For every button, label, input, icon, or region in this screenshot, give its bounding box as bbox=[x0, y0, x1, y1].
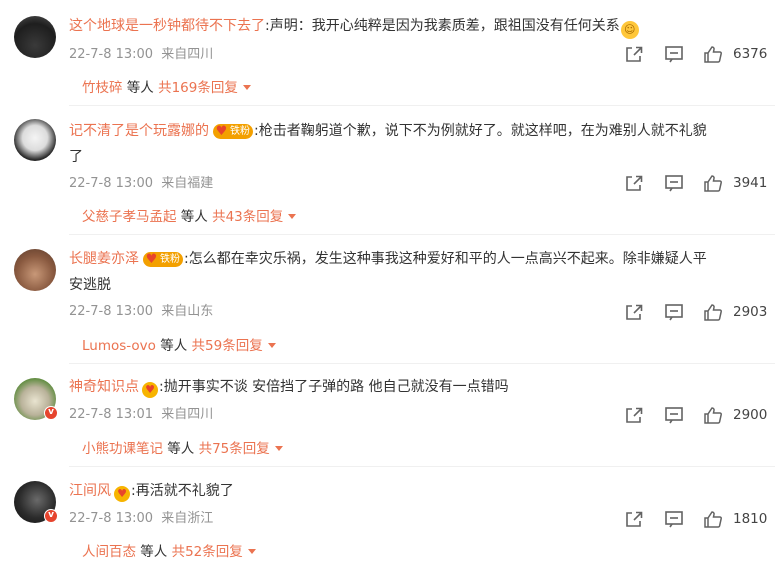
comment-text: :抛开事实不谈 安倍挡了子弹的路 他自己就没有一点错吗 bbox=[159, 379, 509, 395]
comment-username[interactable]: 记不清了是个玩露娜的 bbox=[69, 123, 209, 139]
comment-body: 长腿姜亦泽 ♥ 铁粉:怎么都在幸灾乐祸，发生这种事我这种爱好和平的人一点高兴不起来。… bbox=[69, 246, 759, 298]
heart-icon: ♥ bbox=[142, 382, 158, 398]
thumbs-up-icon[interactable] bbox=[703, 174, 723, 192]
share-icon[interactable] bbox=[624, 303, 644, 321]
share-icon[interactable] bbox=[624, 174, 644, 192]
comment-text: :怎么都在幸灾乐祸，发生这种事我这种爱好和平的人一点高兴不起来。除非嫌疑人平 bbox=[184, 251, 707, 267]
reply-count[interactable]: 共169条回复 bbox=[158, 80, 238, 96]
reply-others: 等人 bbox=[136, 544, 172, 560]
comment-text-continued: 了 bbox=[69, 149, 83, 165]
comment-text-continued: 安逃脱 bbox=[69, 277, 111, 293]
comment-text: :枪击者鞠躬道个歉，说下不为例就好了。就这样吧，在为难别人就不礼貌 bbox=[254, 123, 707, 139]
comment-actions: 3941 bbox=[0, 173, 775, 193]
fan-badge: ♥ 铁粉 bbox=[213, 124, 253, 139]
comment-icon[interactable] bbox=[664, 510, 684, 528]
caret-down-icon[interactable] bbox=[274, 446, 283, 451]
thumbs-up-icon[interactable] bbox=[703, 406, 723, 424]
comment-actions: 6376 bbox=[0, 44, 775, 64]
like-count: 2903 bbox=[733, 304, 768, 320]
fan-badge-label: 铁粉 bbox=[160, 254, 180, 265]
reply-count[interactable]: 共59条回复 bbox=[192, 338, 263, 354]
like-count: 6376 bbox=[733, 46, 768, 62]
comment-body: 江间风 ♥:再活就不礼貌了 bbox=[69, 478, 759, 504]
fan-badge: ♥ 铁粉 bbox=[143, 252, 183, 267]
comment-body: 这个地球是一秒钟都待不下去了:声明：我开心纯粹是因为我素质差，跟祖国没有任何关系… bbox=[69, 13, 759, 39]
thumbs-up-icon[interactable] bbox=[703, 303, 723, 321]
share-icon[interactable] bbox=[624, 406, 644, 424]
comment-username[interactable]: 这个地球是一秒钟都待不下去了 bbox=[69, 18, 265, 34]
comment-icon[interactable] bbox=[664, 303, 684, 321]
comment-icon[interactable] bbox=[664, 45, 684, 63]
comment-divider bbox=[69, 105, 775, 106]
caret-down-icon[interactable] bbox=[247, 549, 256, 554]
thumbs-up-icon[interactable] bbox=[703, 45, 723, 63]
reply-others: 等人 bbox=[163, 441, 199, 457]
reply-username[interactable]: 竹枝碎 bbox=[82, 80, 123, 96]
reply-username[interactable]: Lumos-ovo bbox=[82, 338, 156, 354]
comment-body: 神奇知识点 ♥:抛开事实不谈 安倍挡了子弹的路 他自己就没有一点错吗 bbox=[69, 374, 759, 400]
comment-divider bbox=[69, 234, 775, 235]
thumbs-up-icon[interactable] bbox=[703, 510, 723, 528]
heart-icon: ♥ bbox=[215, 124, 228, 139]
heart-icon: ♥ bbox=[114, 486, 130, 502]
reply-username[interactable]: 小熊功课笔记 bbox=[82, 441, 163, 457]
reply-summary[interactable]: 小熊功课笔记 等人 共75条回复 bbox=[82, 439, 283, 459]
reply-others: 等人 bbox=[155, 338, 192, 354]
avatar[interactable] bbox=[14, 249, 56, 291]
comment-icon[interactable] bbox=[664, 174, 684, 192]
reply-username[interactable]: 人间百态 bbox=[82, 544, 136, 560]
comment-actions: 2900 bbox=[0, 405, 775, 425]
reply-count[interactable]: 共43条回复 bbox=[212, 209, 283, 225]
crying-laugh-emoji-icon: ☺ bbox=[620, 21, 639, 39]
comment-actions: 1810 bbox=[0, 509, 775, 529]
comment-username[interactable]: 长腿姜亦泽 bbox=[69, 251, 139, 267]
heart-icon: ♥ bbox=[145, 252, 158, 267]
like-count: 1810 bbox=[733, 511, 768, 527]
comment-text: :再活就不礼貌了 bbox=[131, 483, 234, 499]
comment-icon[interactable] bbox=[664, 406, 684, 424]
reply-username[interactable]: 父慈子孝马孟起 bbox=[82, 209, 177, 225]
fan-badge-label: 铁粉 bbox=[230, 126, 250, 137]
comment-username[interactable]: 神奇知识点 bbox=[69, 379, 139, 395]
reply-summary[interactable]: 竹枝碎 等人 共169条回复 bbox=[82, 78, 251, 98]
reply-count[interactable]: 共52条回复 bbox=[172, 544, 243, 560]
caret-down-icon[interactable] bbox=[267, 343, 276, 348]
comment-body: 记不清了是个玩露娜的 ♥ 铁粉:枪击者鞠躬道个歉，说下不为例就好了。就这样吧，在为难… bbox=[69, 118, 759, 170]
comment-divider bbox=[69, 363, 775, 364]
comment-text: :声明：我开心纯粹是因为我素质差，跟祖国没有任何关系 bbox=[265, 18, 620, 34]
comment-divider bbox=[69, 466, 775, 467]
reply-count[interactable]: 共75条回复 bbox=[199, 441, 270, 457]
share-icon[interactable] bbox=[624, 45, 644, 63]
like-count: 3941 bbox=[733, 175, 768, 191]
caret-down-icon[interactable] bbox=[288, 214, 297, 219]
share-icon[interactable] bbox=[624, 510, 644, 528]
reply-summary[interactable]: 父慈子孝马孟起 等人 共43条回复 bbox=[82, 207, 297, 227]
reply-others: 等人 bbox=[122, 80, 159, 96]
comment-username[interactable]: 江间风 bbox=[69, 483, 111, 499]
reply-summary[interactable]: Lumos-ovo 等人 共59条回复 bbox=[82, 336, 276, 356]
caret-down-icon[interactable] bbox=[242, 85, 251, 90]
reply-summary[interactable]: 人间百态 等人 共52条回复 bbox=[82, 542, 256, 562]
comment-actions: 2903 bbox=[0, 302, 775, 322]
avatar[interactable] bbox=[14, 119, 56, 161]
like-count: 2900 bbox=[733, 407, 768, 423]
reply-others: 等人 bbox=[176, 209, 213, 225]
